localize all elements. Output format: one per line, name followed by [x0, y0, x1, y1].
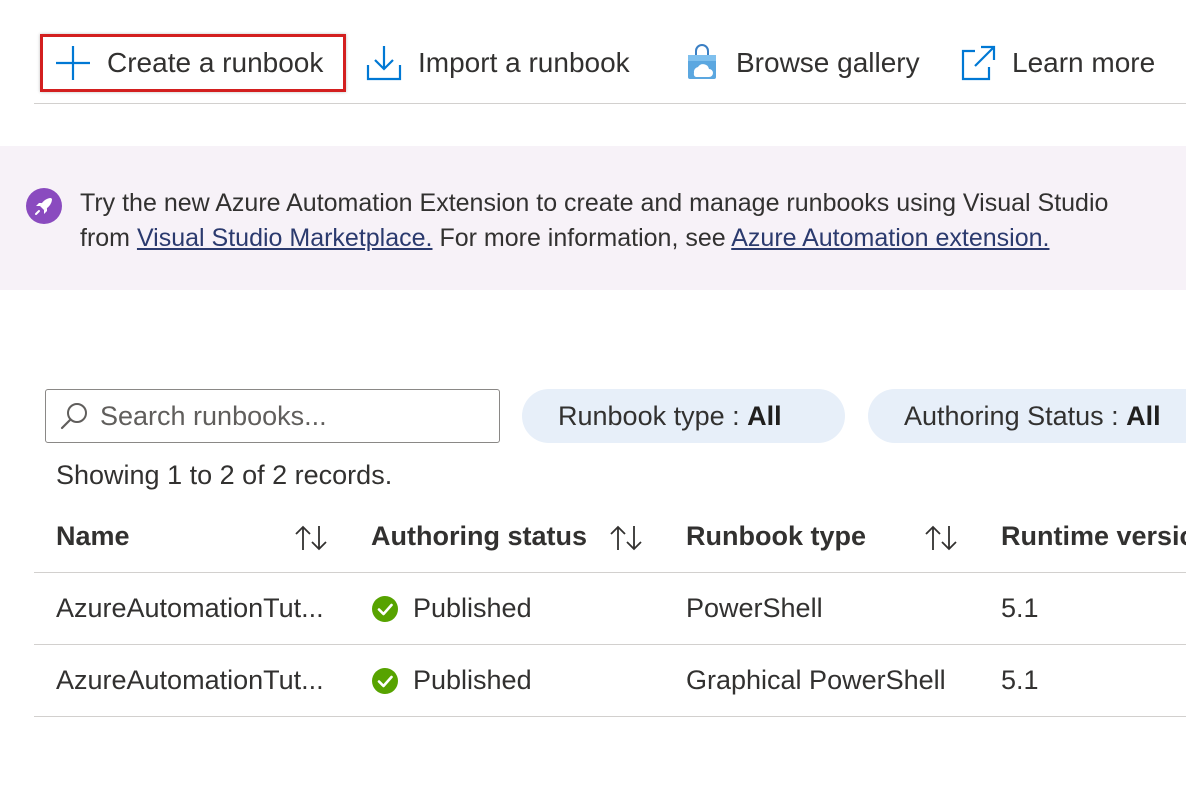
authoring-status-filter-value: All	[1126, 400, 1161, 431]
plus-icon	[56, 46, 90, 80]
browse-gallery-button[interactable]: Browse gallery	[682, 34, 920, 92]
banner-more-info-text: For more information, see	[432, 224, 732, 252]
runbook-type-filter-value: All	[747, 400, 782, 431]
shopping-bag-icon	[688, 44, 716, 79]
authoring-status-text: Published	[413, 665, 532, 695]
rocket-icon	[26, 188, 62, 224]
download-icon	[366, 46, 402, 81]
banner-from-text: from	[80, 224, 137, 252]
learn-more-label: Learn more	[1012, 47, 1156, 78]
search-runbooks-input[interactable]	[100, 400, 480, 432]
runbook-type-cell: Graphical PowerShell	[686, 665, 946, 695]
external-link-icon	[961, 45, 996, 81]
authoring-status-filter[interactable]: Authoring Status : All	[868, 389, 1186, 443]
runbook-name[interactable]: AzureAutomationTut...	[56, 645, 356, 716]
sort-runbook-type-icon[interactable]	[921, 522, 961, 554]
import-runbook-label: Import a runbook	[418, 47, 630, 78]
search-box[interactable]	[45, 389, 500, 443]
extension-info-banner: Try the new Azure Automation Extension t…	[0, 146, 1186, 290]
runbook-type-filter[interactable]: Runbook type : All	[522, 389, 845, 443]
runtime-version-cell: 5.1	[1001, 665, 1039, 695]
create-runbook-button[interactable]: Create a runbook	[40, 34, 346, 92]
runbook-name[interactable]: AzureAutomationTut...	[56, 573, 356, 644]
import-runbook-button[interactable]: Import a runbook	[364, 34, 630, 92]
authoring-status-text: Published	[413, 593, 532, 623]
authoring-status-cell: Published	[371, 573, 671, 644]
checkmark-circle-icon	[372, 595, 398, 622]
table-row[interactable]: AzureAutomationTut... Published PowerShe…	[34, 573, 1186, 645]
sort-authoring-status-icon[interactable]	[606, 522, 646, 554]
sort-name-icon[interactable]	[291, 522, 331, 554]
table-header-row: Name Authoring status Runbook type Runti…	[34, 500, 1186, 573]
runbooks-table: Name Authoring status Runbook type Runti…	[34, 500, 1186, 717]
create-runbook-label: Create a runbook	[107, 47, 324, 78]
azure-automation-extension-link[interactable]: Azure Automation extension.	[731, 224, 1049, 252]
column-header-runtime-version: Runtime version	[1001, 520, 1186, 551]
search-icon	[60, 403, 87, 430]
table-row[interactable]: AzureAutomationTut... Published Graphica…	[34, 645, 1186, 717]
runtime-version-cell: 5.1	[1001, 593, 1039, 623]
authoring-status-cell: Published	[371, 645, 671, 716]
banner-text: Try the new Azure Automation Extension t…	[80, 186, 1186, 256]
visual-studio-marketplace-link[interactable]: Visual Studio Marketplace.	[137, 224, 433, 252]
learn-more-button[interactable]: Learn more	[958, 34, 1155, 92]
records-count: Showing 1 to 2 of 2 records.	[56, 460, 393, 490]
runbook-type-filter-label: Runbook type :	[558, 400, 740, 431]
authoring-status-filter-label: Authoring Status :	[904, 400, 1119, 431]
command-bar: Create a runbook Import a runbook Browse…	[34, 28, 1186, 104]
checkmark-circle-icon	[372, 667, 398, 694]
runbook-type-cell: PowerShell	[686, 593, 823, 623]
browse-gallery-label: Browse gallery	[736, 47, 920, 78]
banner-line-1: Try the new Azure Automation Extension t…	[80, 189, 1109, 217]
